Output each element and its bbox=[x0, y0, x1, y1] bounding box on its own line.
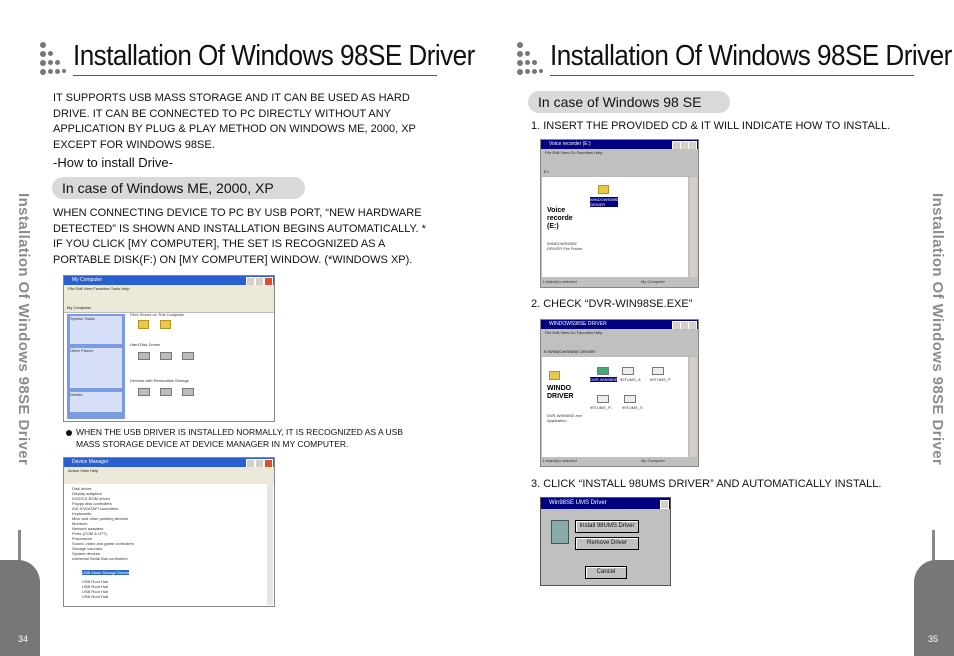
scrollbar bbox=[267, 484, 273, 605]
driver-folder-screenshot: WINDOWS98SE DRIVER File Edit View Go Fav… bbox=[540, 319, 699, 467]
status-bar-zone: My Computer bbox=[641, 458, 666, 463]
panel-title: WINDO DRIVER bbox=[547, 385, 574, 400]
connect-paragraph: WHEN CONNECTING DEVICE TO PC BY USB PORT… bbox=[53, 207, 426, 266]
other-places: Other Places bbox=[70, 348, 122, 388]
page-title: Installation Of Windows 98SE Driver bbox=[550, 40, 952, 72]
file-label: 99TUMS_S bbox=[622, 405, 643, 410]
scrollbar bbox=[690, 177, 697, 277]
panel-subtitle: WINDOWS98SE DRIVER File Folder bbox=[547, 241, 583, 251]
voice-recorder-screenshot: Voice recorder (E:) File Edit View Go Fa… bbox=[540, 139, 699, 288]
file-icon bbox=[622, 367, 634, 375]
address-bar: E:\WINDOWS98SE DRIVER bbox=[541, 348, 698, 357]
group-hard-disks: Hard Disk Drives bbox=[130, 342, 161, 347]
install-driver-button[interactable]: Install 98UMS Driver bbox=[575, 520, 639, 533]
panel-title: Voice recorde (E:) bbox=[547, 207, 573, 230]
status-bar: 1 object(s) selected bbox=[542, 458, 577, 463]
page-number: 34 bbox=[18, 634, 29, 644]
status-bar-zone: My Computer bbox=[641, 279, 666, 284]
side-title: Installation Of Windows 98SE Driver bbox=[15, 193, 32, 466]
side-bar-tick bbox=[18, 530, 21, 562]
tree-item: USB Root Hub bbox=[82, 594, 109, 599]
computer-icon bbox=[551, 520, 569, 544]
menu-bar: Action View Help bbox=[64, 467, 274, 474]
page-number: 35 bbox=[928, 634, 939, 644]
folder-label: WINDOWS98SE DRIVER bbox=[590, 197, 621, 207]
status-bar: 1 object(s) selected bbox=[542, 279, 577, 284]
task-pane: System Tasks Other Places Details bbox=[67, 314, 125, 419]
removable-disk-icon bbox=[182, 388, 194, 396]
file-label: 99TUMS_P... bbox=[590, 405, 614, 410]
page-title: Installation Of Windows 98SE Driver bbox=[73, 40, 475, 72]
cd-drive-icon bbox=[160, 388, 172, 396]
section-pill: In case of Windows 98 SE bbox=[528, 91, 730, 113]
window-titlebar: My Computer bbox=[64, 276, 274, 285]
scrollbar bbox=[690, 357, 697, 457]
window-titlebar: Win98SE UMS Driver bbox=[541, 498, 670, 509]
remove-driver-button[interactable]: Remove Driver bbox=[575, 537, 639, 550]
file-icon bbox=[624, 395, 636, 403]
drive-icon bbox=[138, 352, 150, 360]
title-rule bbox=[550, 75, 914, 76]
menu-bar: File Edit View Favorites Tools Help bbox=[64, 285, 274, 292]
file-icon bbox=[652, 367, 664, 375]
content-area: Voice recorde (E:) WINDOWS98SE DRIVER Fi… bbox=[542, 177, 688, 277]
setup-icon bbox=[597, 367, 609, 375]
address-bar: E:\ bbox=[541, 168, 698, 177]
left-sidebar: Installation Of Windows 98SE Driver 34 bbox=[0, 0, 40, 656]
intro-paragraph: IT SUPPORTS USB MASS STORAGE AND IT CAN … bbox=[53, 92, 416, 151]
folder-icon bbox=[598, 185, 609, 194]
side-title: Installation Of Windows 98SE Driver bbox=[929, 193, 946, 466]
floppy-icon bbox=[138, 388, 150, 396]
step-1: 1. INSERT THE PROVIDED CD & IT WILL INDI… bbox=[531, 120, 891, 132]
how-to-heading: -How to install Drive- bbox=[53, 155, 173, 170]
tree-item: Universal Serial Bus controllers bbox=[72, 556, 128, 561]
content-area: WINDO DRIVER DVR-WIN98SE.exe Application… bbox=[542, 357, 688, 457]
details: Details bbox=[70, 392, 122, 412]
step-2: 2. CHECK “DVR-WIN98SE.EXE” bbox=[531, 298, 693, 310]
group-removable: Devices with Removable Storage bbox=[130, 378, 189, 383]
cancel-button[interactable]: Cancel bbox=[585, 566, 627, 579]
group-files: Files Stored on This Computer bbox=[130, 312, 185, 317]
file-icon bbox=[597, 395, 609, 403]
my-computer-screenshot: My Computer File Edit View Favorites Too… bbox=[63, 275, 275, 422]
drive-icon bbox=[160, 352, 172, 360]
menu-bar: File Edit View Go Favorites Help bbox=[541, 329, 698, 336]
bullet-icon bbox=[66, 430, 72, 436]
system-tasks: System Tasks bbox=[70, 316, 122, 344]
drive-icon bbox=[182, 352, 194, 360]
tree-item-selected: USB Mass Storage Device bbox=[82, 570, 130, 575]
close-icon bbox=[660, 500, 669, 509]
folder-icon bbox=[138, 320, 149, 329]
step-3: 3. CLICK “INSTALL 98UMS DRIVER” AND AUTO… bbox=[531, 478, 882, 490]
window-titlebar: Device Manager bbox=[64, 458, 274, 467]
right-sidebar: Installation Of Windows 98SE Driver 35 bbox=[914, 0, 954, 656]
side-bar-tick bbox=[932, 530, 935, 562]
panel-subtitle: DVR-WIN98SE.exe Application bbox=[547, 413, 582, 423]
title-dots-icon bbox=[38, 40, 78, 80]
file-label: DVR-WIN98SE bbox=[590, 377, 618, 382]
folder-icon bbox=[160, 320, 171, 329]
file-label: 99TUMS_A bbox=[620, 377, 641, 382]
bullet-text: WHEN THE USB DRIVER IS INSTALLED NORMALL… bbox=[76, 427, 404, 449]
device-tree: Disk drives Display adapters DVD/CD-ROM … bbox=[72, 486, 262, 599]
device-manager-screenshot: Device Manager Action View Help Disk dri… bbox=[63, 457, 275, 607]
ums-driver-dialog: Win98SE UMS Driver Install 98UMS Driver … bbox=[540, 497, 671, 586]
title-dots-icon bbox=[515, 40, 555, 80]
title-rule bbox=[73, 75, 437, 76]
file-label: 99TUMS_P bbox=[650, 377, 671, 382]
section-pill: In case of Windows ME, 2000, XP bbox=[52, 177, 305, 199]
menu-bar: File Edit View Go Favorites Help bbox=[541, 149, 698, 156]
toolbar bbox=[64, 474, 274, 484]
folder-icon bbox=[549, 371, 560, 380]
